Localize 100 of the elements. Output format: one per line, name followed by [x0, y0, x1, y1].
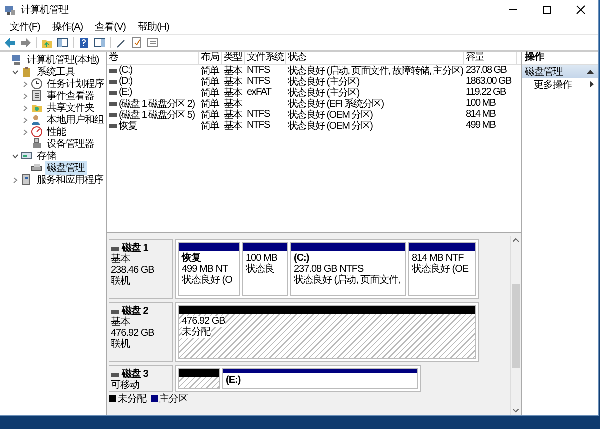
tree-item[interactable]: 服务和应用程序 — [35, 173, 106, 187]
disk-icon — [31, 162, 43, 174]
table-cell-text: 简单 — [201, 64, 220, 76]
list-icon[interactable] — [147, 36, 159, 48]
partition-block[interactable] — [178, 368, 220, 389]
table-cell: (E:) — [119, 87, 132, 98]
chevron-right-icon[interactable] — [22, 128, 28, 136]
column-header[interactable]: 卷 — [107, 52, 199, 64]
table-cell: (C:) — [119, 65, 132, 76]
table-cell-text: 简单 — [201, 75, 220, 88]
partition-block[interactable]: (C:) 237.08 GB NTFS 状态良好 (启动, 页面文件, — [290, 242, 406, 296]
partition-size: 499 MB NT — [182, 264, 230, 275]
disk-name: 磁盘 2 — [122, 306, 148, 317]
partition-block[interactable]: 恢复 499 MB NT 状态良好 (O — [178, 242, 240, 296]
partition-status: 状态良好 (OE — [412, 264, 470, 275]
column-header[interactable]: 类型 — [222, 52, 245, 64]
chevron-right-icon[interactable] — [22, 92, 28, 100]
document-check-icon[interactable] — [131, 36, 143, 48]
menu-item[interactable]: 操作(A) — [46, 20, 90, 34]
table-cell: 1863.00 GB — [466, 76, 512, 87]
tree-item[interactable]: 系统工具 — [35, 65, 77, 79]
disk-type: 可移动 — [111, 380, 140, 391]
storage-icon — [21, 150, 33, 162]
menu-item[interactable]: 查看(V) — [89, 20, 132, 34]
action-link[interactable]: 更多操作 — [534, 78, 572, 92]
users-icon — [31, 114, 43, 126]
legend-label: 主分区 — [160, 392, 188, 406]
chevron-right-icon[interactable] — [22, 104, 28, 112]
tree-item[interactable]: 事件查看器 — [45, 89, 96, 103]
disk-type: 基本 — [111, 254, 131, 265]
partition-size: 476.92 GB — [182, 316, 226, 327]
table-cell-text: 状态良好 (主分区) — [288, 88, 360, 98]
partition-label: (C:) — [294, 253, 310, 264]
chevron-down-icon[interactable] — [12, 68, 18, 76]
table-cell-text: 简单 — [201, 108, 220, 120]
toolbox-icon — [21, 66, 33, 78]
action-pane-icon[interactable] — [94, 36, 106, 48]
chevron-down-icon[interactable] — [12, 152, 18, 160]
table-cell-text: 基本 — [224, 119, 242, 132]
console-tree-icon[interactable] — [57, 36, 69, 48]
disk-name: 磁盘 3 — [122, 369, 148, 380]
disk-size: 238.46 GB — [111, 265, 156, 276]
tree-item[interactable]: 设备管理器 — [45, 137, 96, 151]
shared-folder-icon — [31, 102, 43, 114]
partition-status: 未分配 — [182, 327, 210, 338]
partition-block[interactable]: (E:) — [222, 368, 418, 389]
forward-icon[interactable] — [20, 36, 32, 48]
table-cell-text: 简单 — [201, 97, 220, 110]
table-cell-text: 简单 — [201, 86, 220, 98]
table-cell: NTFS — [247, 76, 270, 87]
chevron-right-icon[interactable] — [22, 80, 28, 88]
partition-block[interactable]: 476.92 GB 未分配 — [178, 305, 476, 359]
column-header[interactable]: 状态 — [286, 52, 464, 64]
help-icon[interactable] — [78, 36, 90, 48]
table-cell: 100 MB — [466, 98, 496, 109]
chevron-right-icon[interactable] — [12, 176, 18, 184]
app-icon — [4, 4, 16, 16]
tree-item[interactable]: 存储 — [35, 149, 58, 163]
partition-block[interactable]: 814 MB NTF 状态良好 (OE — [408, 242, 476, 296]
chevron-right-icon[interactable] — [22, 116, 28, 124]
close-icon[interactable] — [576, 5, 586, 15]
column-header[interactable]: 布局 — [199, 52, 222, 64]
table-cell: 237.08 GB — [466, 65, 507, 76]
menu-item[interactable]: 文件(F) — [4, 20, 46, 34]
disk-size: 476.92 GB — [111, 328, 156, 339]
partition-status: 状态良好 (启动, 页面文件, — [294, 275, 402, 286]
partition-size: 814 MB NTF — [412, 253, 465, 264]
table-cell-text: 基本 — [224, 108, 242, 120]
table-cell: (D:) — [119, 76, 132, 87]
gauge-icon — [31, 126, 43, 138]
maximize-icon[interactable] — [542, 5, 552, 15]
table-cell-text: 状态良好 (EFI 系统分区) — [288, 98, 384, 110]
action-section-header[interactable]: 磁盘管理 — [522, 65, 598, 78]
disk-name: 磁盘 1 — [122, 243, 148, 254]
tree-item[interactable]: 磁盘管理 — [45, 161, 87, 175]
partition-label: 恢复 — [182, 253, 202, 264]
partition-size: 100 MB — [246, 253, 278, 264]
tree-item[interactable]: 计算机管理(本地) — [25, 53, 102, 67]
tree-item[interactable]: 性能 — [45, 125, 68, 139]
tree-item[interactable]: 本地用户和组 — [45, 113, 106, 127]
scrollbar[interactable] — [510, 236, 521, 415]
table-cell: exFAT — [247, 87, 272, 98]
table-cell-text: 基本 — [224, 75, 242, 88]
table-cell-text: (磁盘 1 磁盘分区 5) — [119, 110, 195, 120]
menu-item[interactable]: 帮助(H) — [132, 20, 176, 34]
table-cell-text: 状态良好 (启动, 页面文件, 故障转储, 主分区) — [288, 64, 464, 76]
back-icon[interactable] — [4, 36, 16, 48]
partition-block[interactable]: 100 MB 状态良 — [242, 242, 288, 296]
tree-item[interactable]: 共享文件夹 — [45, 101, 96, 115]
scroll-up-icon — [513, 238, 519, 242]
tree-item[interactable]: 任务计划程序 — [45, 77, 106, 91]
table-cell: 814 MB — [466, 109, 496, 120]
device-icon — [31, 138, 43, 150]
collapse-caret-icon[interactable] — [587, 69, 594, 74]
disk-status: 联机 — [111, 276, 132, 287]
table-cell-text: 恢复 — [119, 120, 138, 132]
partition-label: (E:) — [226, 375, 242, 386]
event-log-icon — [31, 90, 43, 102]
table-cell-text: 基本 — [224, 64, 242, 76]
disk-status: 联机 — [111, 339, 132, 350]
